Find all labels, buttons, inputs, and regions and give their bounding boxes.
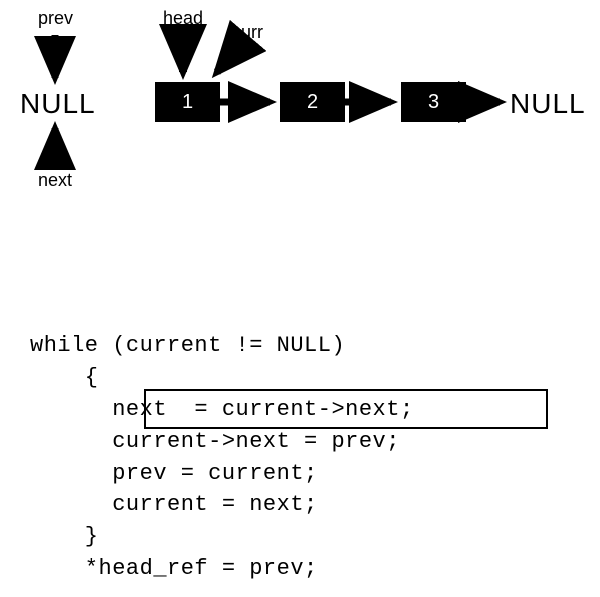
pointer-label-prev: prev — [38, 8, 73, 29]
code-line-4: current->next = prev; — [30, 429, 400, 454]
code-block: while (current != NULL) { next = current… — [30, 330, 414, 585]
code-line-8: *head_ref = prev; — [30, 556, 318, 581]
code-highlight-box — [144, 389, 548, 429]
pointer-label-next: next — [38, 170, 72, 191]
code-line-5: prev = current; — [30, 461, 318, 486]
pointer-label-head: head — [163, 8, 203, 29]
pointer-label-curr: curr — [232, 22, 263, 43]
null-right-text: NULL — [510, 88, 586, 120]
diagram-canvas: prev head curr NULL next 1 2 3 NULL whil… — [0, 0, 600, 597]
list-node-1: 1 — [155, 82, 220, 122]
list-node-3: 3 — [401, 82, 466, 122]
code-line-2: { — [30, 365, 99, 390]
null-left-text: NULL — [20, 88, 96, 120]
code-line-1: while (current != NULL) — [30, 333, 345, 358]
arrow-curr-diagonal — [217, 45, 240, 72]
list-node-2: 2 — [280, 82, 345, 122]
code-line-6: current = next; — [30, 492, 318, 517]
code-line-7: } — [30, 524, 99, 549]
